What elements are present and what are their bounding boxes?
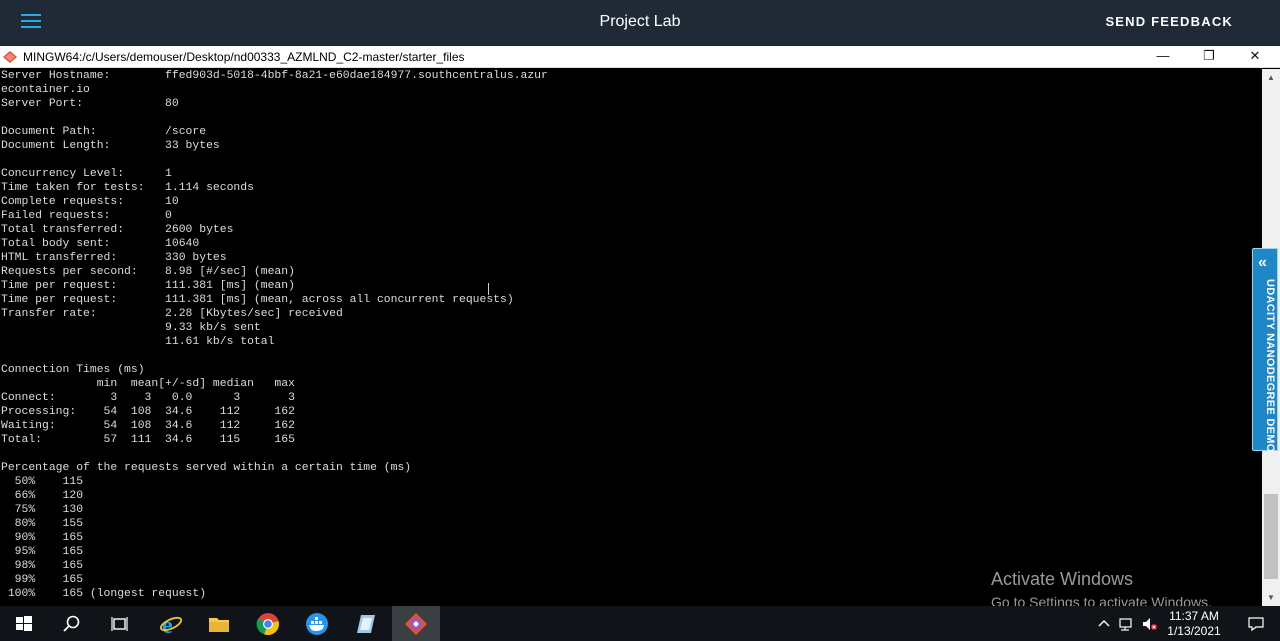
terminal-line: min mean[+/-sd] median max [1, 378, 295, 390]
terminal-line: Transfer rate: 2.28 [Kbytes/sec] receive… [1, 308, 343, 320]
volume-muted-icon[interactable] [1141, 616, 1157, 632]
docker-icon [306, 613, 328, 635]
terminal-line: Percentage of the requests served within… [1, 462, 412, 474]
terminal-line: Time taken for tests: 1.114 seconds [1, 182, 254, 194]
action-center-button[interactable] [1232, 606, 1280, 641]
close-button[interactable]: ✕ [1232, 46, 1278, 68]
terminal-line: Failed requests: 0 [1, 210, 172, 222]
notepad-icon [357, 615, 375, 633]
text-cursor [488, 283, 489, 295]
terminal-line: Server Hostname: ffed903d-5018-4bbf-8a21… [1, 70, 548, 82]
terminal-line: Processing: 54 108 34.6 112 162 [1, 406, 295, 418]
terminal-line: 11.61 kb/s total [1, 336, 275, 348]
terminal-line: 95% 165 [1, 546, 84, 558]
git-bash-icon [3, 51, 17, 63]
chevron-left-icon: « [1258, 254, 1267, 271]
terminal-line: econtainer.io [1, 84, 90, 96]
terminal-line: 98% 165 [1, 560, 84, 572]
git-bash-button[interactable] [392, 606, 440, 641]
start-button[interactable] [0, 606, 48, 641]
terminal-line: 99% 165 [1, 574, 84, 586]
chrome-icon [256, 613, 279, 636]
terminal-line: Server Port: 80 [1, 98, 179, 110]
page-title: Project Lab [599, 13, 681, 30]
scrollbar-thumb[interactable] [1264, 494, 1278, 579]
terminal-line: 50% 115 [1, 476, 84, 488]
terminal-line: HTML transferred: 330 bytes [1, 252, 227, 264]
file-explorer-icon [209, 618, 229, 632]
search-icon [63, 615, 80, 632]
terminal-line: 90% 165 [1, 532, 84, 544]
docker-button[interactable] [293, 606, 341, 641]
network-icon[interactable] [1118, 616, 1134, 632]
terminal-line: 75% 130 [1, 504, 84, 516]
terminal-line: 66% 120 [1, 490, 84, 502]
terminal-line: Connect: 3 3 0.0 3 3 [1, 392, 295, 404]
terminal-line: Time per request: 111.381 [ms] (mean) [1, 280, 295, 292]
clock-time: 11:37 AM [1169, 609, 1219, 623]
app-header: Project Lab SEND FEEDBACK [0, 0, 1280, 46]
terminal-line: Document Length: 33 bytes [1, 140, 220, 152]
terminal-line: Total body sent: 10640 [1, 238, 200, 250]
terminal-line: Total: 57 111 34.6 115 165 [1, 434, 295, 446]
terminal-text: Server Hostname: ffed903d-5018-4bbf-8a21… [1, 69, 548, 601]
scroll-up-icon[interactable]: ▲ [1262, 69, 1280, 86]
task-view-button[interactable] [96, 606, 144, 641]
terminal-line: Complete requests: 10 [1, 196, 179, 208]
terminal-line: Total transferred: 2600 bytes [1, 224, 234, 236]
task-view-icon [111, 617, 128, 631]
system-clock[interactable]: 11:37 AM 1/13/2021 [1162, 609, 1226, 639]
file-explorer-button[interactable] [195, 606, 243, 641]
terminal-line: Requests per second: 8.98 [#/sec] (mean) [1, 266, 295, 278]
terminal-line: 9.33 kb/s sent [1, 322, 261, 334]
terminal-line: Time per request: 111.381 [ms] (mean, ac… [1, 294, 514, 306]
terminal-line: Waiting: 54 108 34.6 112 162 [1, 420, 295, 432]
git-bash-icon [405, 613, 427, 635]
window-titlebar[interactable]: MINGW64:/c/Users/demouser/Desktop/nd0033… [0, 46, 1280, 68]
send-feedback-button[interactable]: SEND FEEDBACK [1105, 14, 1233, 29]
terminal-line: 80% 155 [1, 518, 84, 530]
start-icon [16, 616, 32, 631]
window-title: MINGW64:/c/Users/demouser/Desktop/nd0033… [23, 50, 465, 64]
search-button[interactable] [48, 606, 96, 641]
udacity-demo-tab[interactable]: « UDACITY NANODEGREE DEMO [1252, 248, 1278, 453]
taskbar: e 11:37 AM 1/13/2021 [0, 606, 1280, 641]
chevron-up-icon[interactable] [1096, 616, 1112, 632]
internet-explorer-button[interactable]: e [147, 606, 195, 641]
notepad-button[interactable] [342, 606, 390, 641]
scroll-down-icon[interactable]: ▼ [1262, 589, 1280, 606]
notification-icon [1248, 617, 1264, 632]
terminal-output[interactable]: Server Hostname: ffed903d-5018-4bbf-8a21… [0, 69, 1262, 606]
side-tab-label: UDACITY NANODEGREE DEMO [1264, 279, 1276, 453]
terminal-line: 100% 165 (longest request) [1, 588, 207, 600]
internet-explorer-icon: e [159, 613, 183, 636]
maximize-button[interactable]: ❐ [1186, 46, 1232, 68]
clock-date: 1/13/2021 [1167, 624, 1221, 638]
minimize-button[interactable]: — [1140, 46, 1186, 68]
terminal-line: Connection Times (ms) [1, 364, 145, 376]
terminal-line: Document Path: /score [1, 126, 207, 138]
chrome-button[interactable] [244, 606, 292, 641]
menu-icon[interactable] [21, 13, 41, 29]
terminal-line: Concurrency Level: 1 [1, 168, 172, 180]
